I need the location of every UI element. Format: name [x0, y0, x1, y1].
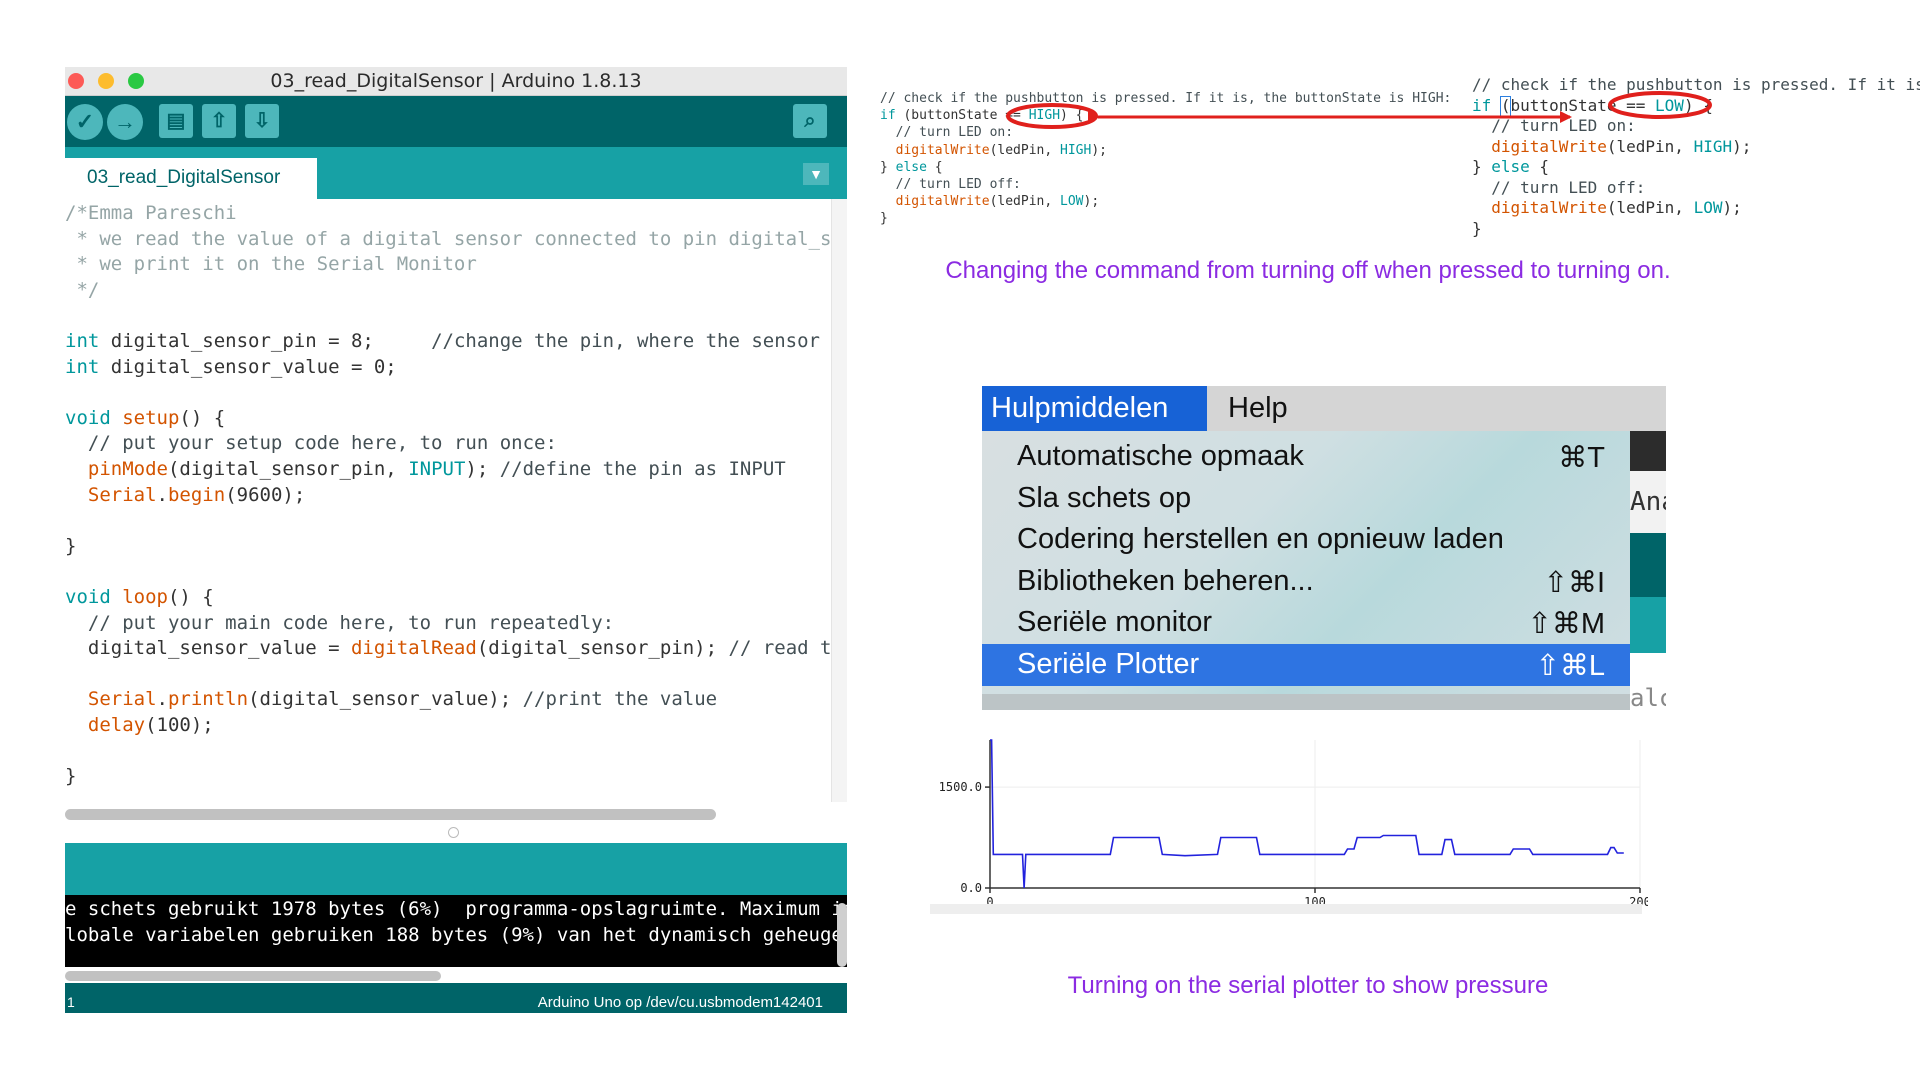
- highlight-ellipse-low: [1608, 91, 1712, 119]
- caption-bottom: Turning on the serial plotter to show pr…: [1067, 972, 1549, 999]
- menu-item[interactable]: Bibliotheken beheren... ⇧⌘I: [982, 561, 1630, 603]
- menubar-item-hulpmiddelen[interactable]: Hulpmiddelen: [982, 386, 1207, 431]
- menu-item[interactable]: Codering herstellen en opnieuw laden: [982, 519, 1630, 561]
- menu-item-label: Seriële Plotter: [1017, 647, 1200, 680]
- menu-item-shortcut: ⌘T: [1558, 442, 1605, 474]
- menu-item[interactable]: Automatische opmaak ⌘T: [982, 436, 1630, 478]
- background-window-text-top: Ana: [1630, 471, 1666, 533]
- highlight-ellipse-high: [1006, 103, 1098, 129]
- menubar: Hulpmiddelen Help: [982, 386, 1666, 431]
- menu-item[interactable]: Seriële monitor ⇧⌘M: [982, 602, 1630, 644]
- menu-item[interactable]: Seriële Plotter ⇧⌘L: [982, 643, 1630, 686]
- plot-svg: 0 100 2000.01500.0: [939, 739, 1651, 909]
- background-window-strip: [1630, 431, 1666, 471]
- menu-item[interactable]: Sla schets op: [982, 478, 1630, 520]
- menu-item-shortcut: ⇧⌘L: [1535, 649, 1605, 682]
- y-tick-label: 1500.0: [939, 780, 982, 794]
- serial-plotter-chart: 0 100 200 0.0 1500.0: [920, 724, 1651, 924]
- menu-item-label: Bibliotheken beheren...: [1017, 564, 1314, 597]
- menu-bottom-edge: [982, 694, 1630, 710]
- menubar-item-help[interactable]: Help: [1228, 386, 1288, 431]
- plot-footer-bar: [930, 904, 1642, 914]
- menu-item-label: Sla schets op: [1017, 481, 1192, 514]
- menu-item-label: Seriële monitor: [1017, 606, 1213, 638]
- y-tick-label: 0.0: [960, 881, 982, 895]
- menu-item-label: Automatische opmaak: [1017, 440, 1304, 472]
- caption-top: Changing the command from turning off wh…: [945, 257, 1671, 284]
- background-window-toolbar: [1630, 533, 1666, 597]
- background-window-text-bottom: alc: [1630, 653, 1666, 710]
- menu-item-label: Codering herstellen en opnieuw laden: [1017, 523, 1504, 555]
- tools-menu-screenshot: Hulpmiddelen Help Ana alc Automatische o…: [982, 386, 1666, 710]
- background-window-tabbar: [1630, 597, 1666, 653]
- menu-dropdown: Automatische opmaak ⌘T Sla schets op Coderi…: [982, 431, 1630, 710]
- menu-item-shortcut: ⇧⌘M: [1527, 608, 1605, 640]
- menu-item-shortcut: ⇧⌘I: [1543, 566, 1605, 599]
- series-line: [990, 739, 1624, 889]
